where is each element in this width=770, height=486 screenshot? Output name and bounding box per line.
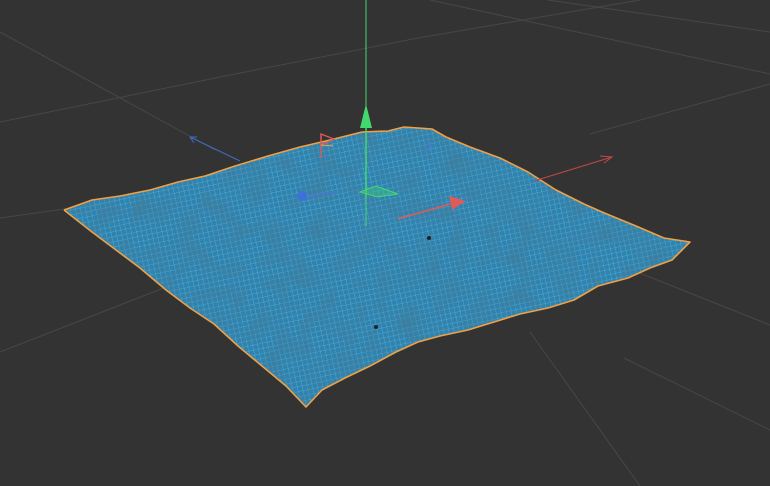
3d-viewport[interactable]	[0, 0, 770, 486]
grid-line	[623, 357, 770, 431]
world-z-axis-line	[189, 136, 241, 162]
grid-line	[0, 207, 73, 219]
grid-line	[547, 0, 770, 33]
world-x-axis-line	[533, 156, 613, 182]
viewport-scene[interactable]	[0, 0, 770, 486]
grid-line	[0, 74, 231, 123]
grid-line	[0, 31, 216, 151]
grid-line	[417, 0, 641, 39]
grid-line	[229, 37, 419, 76]
world-x-axis-arrow-icon	[599, 155, 614, 164]
terrain-mesh[interactable]	[63, 126, 691, 408]
grid-line	[589, 83, 770, 135]
grid-line	[529, 331, 641, 486]
grid-line	[429, 0, 770, 75]
terrain-shading	[64, 127, 690, 407]
